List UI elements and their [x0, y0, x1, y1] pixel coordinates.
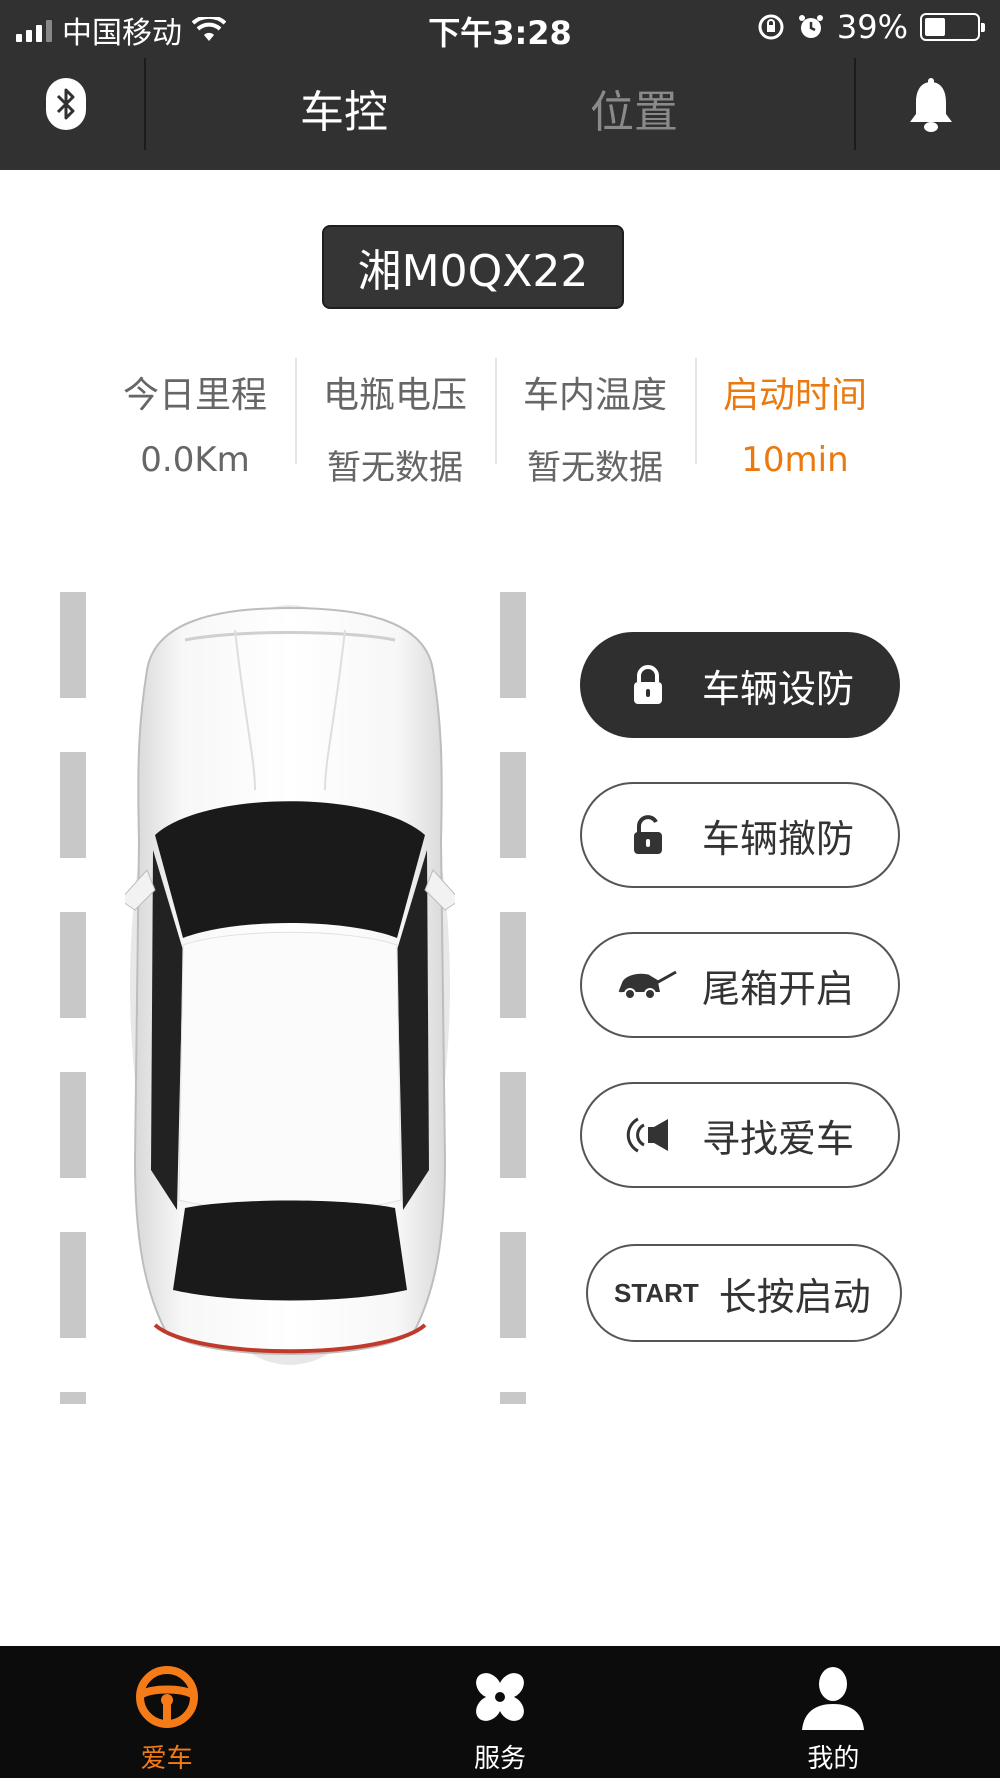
car-trunk-icon: [618, 968, 678, 1002]
start-icon: START: [614, 1277, 699, 1308]
rotation-lock-icon: [758, 14, 784, 40]
battery-percent: 39%: [836, 8, 908, 46]
tab-location[interactable]: 位置: [590, 76, 678, 140]
stat-label: 启动时间: [722, 375, 867, 416]
bottom-nav: 爱车 服务 我的: [0, 1646, 1000, 1778]
status-bar: 中国移动 下午3:28 39%: [0, 0, 1000, 56]
nav-label: 爱车: [140, 1744, 193, 1774]
long-press-start-label: 长按启动: [718, 1274, 871, 1319]
open-trunk-label: 尾箱开启: [702, 966, 855, 1011]
stat-value: 暂无数据: [327, 448, 463, 488]
stat-value: 0.0Km: [140, 440, 250, 480]
car-illustration: [125, 605, 455, 1365]
steering-wheel-icon: [135, 1666, 198, 1728]
header-divider: [854, 58, 856, 150]
header: 车控 位置: [0, 56, 1000, 170]
stat-label: 电瓶电压: [322, 375, 467, 416]
stat-value: 暂无数据: [527, 448, 663, 488]
person-icon: [802, 1667, 865, 1730]
clover-icon: [476, 1673, 524, 1721]
stat-label: 今日里程: [122, 375, 267, 416]
unlock-icon: [618, 815, 678, 855]
open-trunk-button[interactable]: 尾箱开启: [580, 932, 900, 1038]
alarm-icon: [798, 15, 823, 38]
horn-icon: [618, 1115, 678, 1155]
stat-cabin-temp: 车内温度 暂无数据: [495, 358, 695, 488]
stat-battery-voltage: 电瓶电压 暂无数据: [295, 358, 495, 488]
disarm-vehicle-label: 车辆撤防: [702, 816, 855, 861]
find-car-button[interactable]: 寻找爱车: [580, 1082, 900, 1188]
stat-mileage: 今日里程 0.0Km: [95, 358, 295, 480]
battery-icon: [920, 13, 985, 41]
bell-icon[interactable]: [906, 78, 956, 134]
lock-icon: [618, 665, 678, 705]
license-plate[interactable]: 湘M0QX22: [322, 225, 624, 309]
find-car-label: 寻找爱车: [702, 1116, 855, 1161]
long-press-start-button[interactable]: START 长按启动: [586, 1244, 902, 1342]
stat-value: 10min: [741, 440, 849, 480]
stat-start-time: 启动时间 10min: [695, 358, 895, 480]
arm-vehicle-label: 车辆设防: [702, 666, 855, 711]
disarm-vehicle-button[interactable]: 车辆撤防: [580, 782, 900, 888]
nav-item-service[interactable]: 服务: [333, 1646, 666, 1778]
stats-row: 今日里程 0.0Km 电瓶电压 暂无数据 车内温度 暂无数据 启动时间 10mi…: [95, 358, 895, 488]
stat-label: 车内温度: [522, 375, 667, 416]
arm-vehicle-button[interactable]: 车辆设防: [580, 632, 900, 738]
nav-label: 服务: [473, 1744, 526, 1774]
nav-item-my-car[interactable]: 爱车: [0, 1646, 333, 1778]
nav-item-me[interactable]: 我的: [667, 1646, 1000, 1778]
tab-car-control[interactable]: 车控: [300, 76, 388, 140]
bluetooth-icon[interactable]: [46, 78, 86, 130]
header-divider: [144, 58, 146, 150]
nav-label: 我的: [807, 1744, 860, 1774]
